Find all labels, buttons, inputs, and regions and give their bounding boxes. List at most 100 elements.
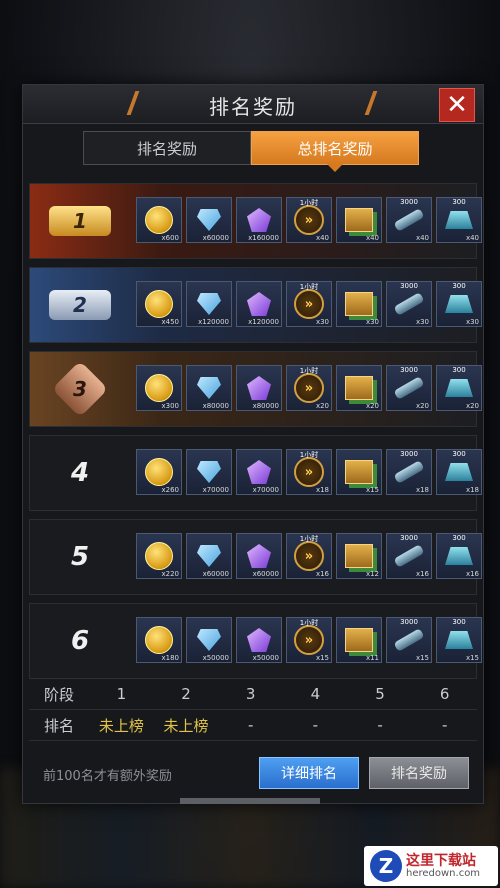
item-top-label: 1小时 [299,619,319,627]
stage-1: 1 [116,685,127,703]
item-quantity: x180 [161,654,179,662]
reward-item-supply-crate[interactable]: x11 [336,617,382,663]
reward-item-blue-diamond[interactable]: x80000 [186,365,232,411]
reward-item-blue-diamond[interactable]: x70000 [186,449,232,495]
item-quantity: x450 [161,318,179,326]
cannon-tube-icon [393,208,425,232]
ranking-reward-button[interactable]: 排名奖励 [369,757,469,789]
reward-item-gold-coin[interactable]: x180 [136,617,182,663]
reward-item-supply-crate[interactable]: x40 [336,197,382,243]
item-top-label: 3000 [400,366,418,374]
item-quantity: x600 [161,234,179,242]
reward-item-blue-diamond[interactable]: x50000 [186,617,232,663]
reward-item-speed-up[interactable]: 1小时» x30 [286,281,332,327]
rank-stage-2: 未上榜 [163,716,209,735]
item-quantity: x18 [465,486,479,494]
reward-item-hologram[interactable]: 300 x40 [436,197,482,243]
tab-ranking-reward[interactable]: 排名奖励 [83,131,251,165]
reward-item-blue-diamond[interactable]: x120000 [186,281,232,327]
reward-item-gold-coin[interactable]: x300 [136,365,182,411]
item-quantity: x50000 [202,654,229,662]
reward-item-cannon-tube[interactable]: 3000 x30 [386,281,432,327]
hologram-icon [445,295,473,313]
item-quantity: x16 [465,570,479,578]
reward-item-supply-crate[interactable]: x30 [336,281,382,327]
stage-5: 5 [375,685,385,703]
item-top-label: 1小时 [299,199,319,207]
reward-item-list: x450 x120000 x120000 1小时» x30 x30 3000 x30 300 x3… [136,281,482,327]
reward-item-cannon-tube[interactable]: 3000 x15 [386,617,432,663]
item-top-label: 1小时 [299,535,319,543]
reward-item-speed-up[interactable]: 1小时» x16 [286,533,332,579]
stage-2: 2 [181,685,191,703]
reward-item-purple-gem[interactable]: x70000 [236,449,282,495]
reward-item-purple-gem[interactable]: x160000 [236,197,282,243]
purple-gem-icon [247,208,271,232]
reward-row-rank-3: 3 x300 x80000 x80000 1小时» x20 x20 3000 x20 300 x20 [29,351,482,427]
rank-badge-3: 3 [30,352,130,426]
reward-item-hologram[interactable]: 300 x18 [436,449,482,495]
reward-item-list: x180 x50000 x50000 1小时» x15 x11 3000 x15 300 x15 [136,617,482,663]
reward-item-cannon-tube[interactable]: 3000 x16 [386,533,432,579]
reward-item-hologram[interactable]: 300 x30 [436,281,482,327]
rank-emblem-icon: 2 [49,290,111,320]
item-top-label: 300 [452,366,466,374]
rank-number: 3 [73,376,87,401]
item-top-label: 300 [452,282,466,290]
reward-item-cannon-tube[interactable]: 3000 x40 [386,197,432,243]
reward-item-list: x260 x70000 x70000 1小时» x18 x15 3000 x18 300 x18 [136,449,482,495]
blue-diamond-icon [197,629,221,651]
item-quantity: x11 [365,654,379,662]
item-quantity: x12 [365,570,379,578]
dialog-title-bar: 排名奖励 ✕ [23,85,483,124]
reward-item-speed-up[interactable]: 1小时» x18 [286,449,332,495]
reward-item-speed-up[interactable]: 1小时» x40 [286,197,332,243]
gold-coin-icon [145,458,173,486]
reward-item-hologram[interactable]: 300 x16 [436,533,482,579]
panel-bottom-handle [180,798,320,804]
reward-item-hologram[interactable]: 300 x20 [436,365,482,411]
reward-item-gold-coin[interactable]: x600 [136,197,182,243]
reward-item-purple-gem[interactable]: x80000 [236,365,282,411]
reward-item-cannon-tube[interactable]: 3000 x18 [386,449,432,495]
stage-3: 3 [245,685,256,703]
item-quantity: x30 [315,318,329,326]
blue-diamond-icon [197,293,221,315]
reward-item-cannon-tube[interactable]: 3000 x20 [386,365,432,411]
hologram-icon [445,211,473,229]
reward-item-purple-gem[interactable]: x120000 [236,281,282,327]
reward-item-speed-up[interactable]: 1小时» x15 [286,617,332,663]
item-quantity: x80000 [252,402,279,410]
reward-item-purple-gem[interactable]: x50000 [236,617,282,663]
reward-row-rank-2: 2 x450 x120000 x120000 1小时» x30 x30 3000 x30 300 x… [29,267,482,343]
reward-item-gold-coin[interactable]: x450 [136,281,182,327]
detail-ranking-button[interactable]: 详细排名 [259,757,359,789]
reward-item-gold-coin[interactable]: x220 [136,533,182,579]
cannon-tube-icon [393,376,425,400]
reward-item-blue-diamond[interactable]: x60000 [186,533,232,579]
tab-total-ranking-reward[interactable]: 总排名奖励 [251,131,419,172]
reward-item-blue-diamond[interactable]: x60000 [186,197,232,243]
reward-item-speed-up[interactable]: 1小时» x20 [286,365,332,411]
item-quantity: x15 [415,654,429,662]
cannon-tube-icon [393,460,425,484]
rank-badge-4: 4 [30,436,130,510]
purple-gem-icon [247,460,271,484]
gold-coin-icon [145,626,173,654]
reward-item-hologram[interactable]: 300 x15 [436,617,482,663]
reward-item-supply-crate[interactable]: x20 [336,365,382,411]
reward-item-supply-crate[interactable]: x12 [336,533,382,579]
reward-item-supply-crate[interactable]: x15 [336,449,382,495]
stage-label: 阶段 [43,685,74,704]
blue-diamond-icon [197,209,221,231]
reward-item-gold-coin[interactable]: x260 [136,449,182,495]
speed-up-icon: » [294,289,324,319]
reward-item-purple-gem[interactable]: x60000 [236,533,282,579]
purple-gem-icon [247,628,271,652]
hologram-icon [445,547,473,565]
purple-gem-icon [247,376,271,400]
close-button[interactable]: ✕ [439,88,475,122]
item-top-label: 300 [452,198,466,206]
hologram-icon [445,463,473,481]
item-top-label: 3000 [400,282,418,290]
